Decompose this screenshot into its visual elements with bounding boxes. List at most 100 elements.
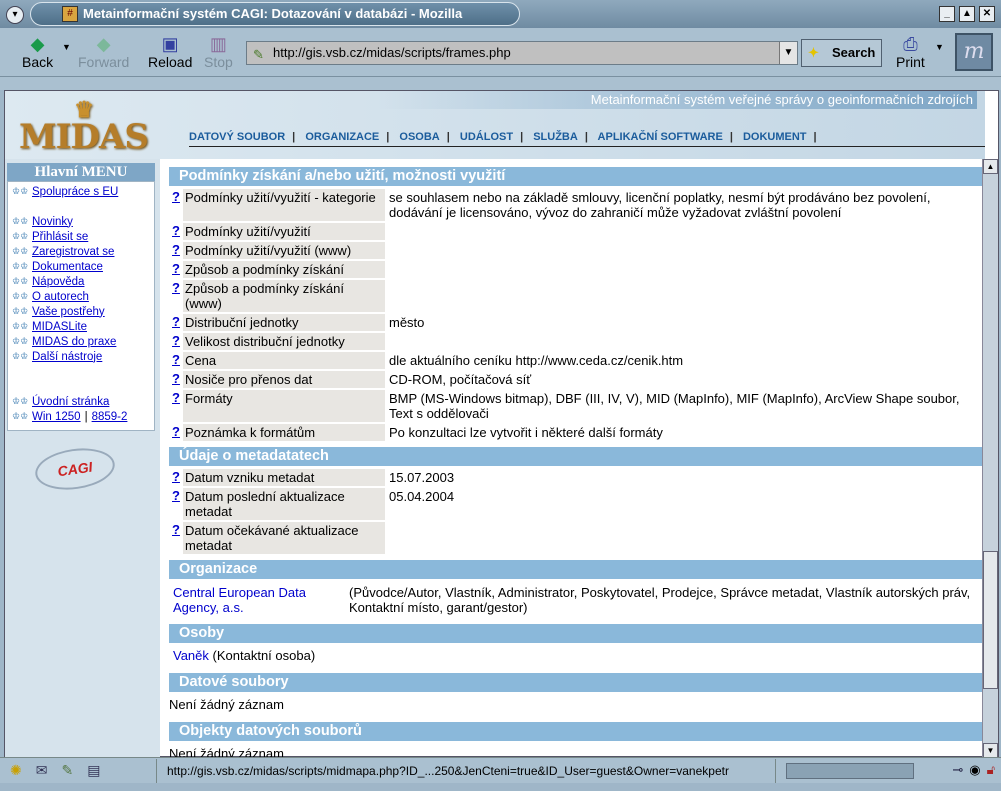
security-lock-icon[interactable]: 🔓︎ bbox=[987, 762, 995, 778]
help-link[interactable]: ? bbox=[169, 424, 183, 441]
metadata-row: ? Formáty BMP (MS-Windows bitmap), DBF (II… bbox=[169, 390, 983, 422]
print-button[interactable]: ⎙ Print bbox=[896, 34, 925, 70]
help-link[interactable]: ? bbox=[169, 371, 183, 388]
reload-label: Reload bbox=[148, 54, 193, 70]
nav-osoba[interactable]: OSOBA bbox=[399, 131, 439, 143]
field-label: Velikost distribuční jednotky bbox=[183, 333, 385, 350]
cookie-icon[interactable]: ◉ bbox=[969, 762, 980, 778]
search-button[interactable]: ✦ Search bbox=[801, 39, 882, 67]
field-value: 15.07.2003 bbox=[389, 470, 455, 485]
section-heading: Osoby bbox=[169, 624, 983, 643]
navigation-toolbar: ◆ Back ▼ ◆ Forward ▣ Reload ▥ Stop ✎ http://g… bbox=[0, 28, 1001, 77]
stop-label: Stop bbox=[204, 54, 233, 70]
menu-novinky[interactable]: Novinky bbox=[32, 216, 73, 228]
page-content: ♛ MIDAS Metainformační systém veřejné spr… bbox=[4, 90, 999, 758]
field-label: Distribuční jednotky bbox=[183, 314, 385, 331]
encoding-win1250[interactable]: Win 1250 bbox=[32, 411, 81, 423]
crown-icon: ♔♔ bbox=[12, 261, 29, 271]
menu-dalsi-nastroje[interactable]: Další nástroje bbox=[32, 351, 102, 363]
help-link[interactable]: ? bbox=[169, 469, 183, 486]
field-label: Podmínky užití/využití (www) bbox=[183, 242, 385, 259]
field-value bbox=[385, 333, 983, 350]
menu-prihlasit[interactable]: Přihlásit se bbox=[32, 231, 88, 243]
field-value bbox=[385, 242, 983, 259]
url-bar[interactable]: ✎ http://gis.vsb.cz/midas/scripts/frames.… bbox=[246, 41, 798, 65]
metadata-row: ? Velikost distribuční jednotky bbox=[169, 333, 983, 350]
section-heading: Organizace bbox=[169, 560, 983, 579]
menu-spoluprace[interactable]: Spolupráce s EU bbox=[32, 186, 118, 198]
encoding-8859-2[interactable]: 8859-2 bbox=[92, 411, 128, 423]
help-link[interactable]: ? bbox=[169, 488, 183, 520]
crown-icon: ♔♔ bbox=[12, 216, 29, 226]
back-dropdown[interactable]: ▼ bbox=[62, 42, 71, 52]
organization-row: Central European Data Agency, a.s. (Původ… bbox=[169, 582, 983, 618]
app-icon: # bbox=[62, 6, 78, 22]
menu-napoveda[interactable]: Nápověda bbox=[32, 276, 84, 288]
toolbar-grippy[interactable] bbox=[0, 77, 1001, 90]
cagi-logo[interactable]: CAGI bbox=[32, 443, 118, 495]
help-link[interactable]: ? bbox=[169, 280, 183, 312]
help-link[interactable]: ? bbox=[169, 189, 183, 221]
composer-icon[interactable]: ✎ bbox=[61, 762, 73, 779]
mail-icon[interactable]: ✉ bbox=[36, 762, 48, 779]
nav-organizace[interactable]: ORGANIZACE bbox=[305, 131, 379, 143]
field-label: Nosiče pro přenos dat bbox=[183, 371, 385, 388]
navigator-icon[interactable]: ✺ bbox=[10, 762, 22, 779]
logo-text: MIDAS bbox=[19, 117, 149, 157]
organization-link[interactable]: Central European Data Agency, a.s. bbox=[173, 585, 349, 615]
scroll-down-button[interactable]: ▼ bbox=[983, 743, 998, 758]
window-menu-button[interactable]: ▾ bbox=[6, 6, 24, 24]
menu-zaregistrovat[interactable]: Zaregistrovat se bbox=[32, 246, 114, 258]
metadata-row: ? Podmínky užití/využití (www) bbox=[169, 242, 983, 259]
metadata-row: ? Podmínky užití/využití bbox=[169, 223, 983, 240]
field-label: Podmínky užití/využití - kategorie bbox=[183, 189, 385, 221]
nav-sluzba[interactable]: SLUŽBA bbox=[533, 131, 578, 143]
print-dropdown[interactable]: ▼ bbox=[935, 42, 944, 52]
crown-icon: ♔♔ bbox=[12, 351, 29, 361]
field-value: se souhlasem nebo na základě smlouvy, li… bbox=[389, 190, 931, 220]
help-link[interactable]: ? bbox=[169, 352, 183, 369]
midas-logo[interactable]: ♛ MIDAS bbox=[19, 97, 149, 157]
minimize-button[interactable]: _ bbox=[939, 6, 955, 22]
nav-dokument[interactable]: DOKUMENT bbox=[743, 131, 807, 143]
back-label: Back bbox=[22, 54, 54, 70]
reload-button[interactable]: ▣ Reload bbox=[148, 34, 192, 70]
stop-button[interactable]: ▥ Stop bbox=[204, 34, 233, 70]
scrollbar-thumb[interactable] bbox=[983, 551, 998, 689]
online-icon[interactable]: ⊸ bbox=[952, 762, 963, 778]
menu-postrehy[interactable]: Vaše postřehy bbox=[32, 306, 105, 318]
address-book-icon[interactable]: ▤ bbox=[87, 762, 100, 779]
url-dropdown[interactable]: ▼ bbox=[779, 42, 797, 64]
nav-datovy-soubor[interactable]: DATOVÝ SOUBOR bbox=[189, 131, 285, 143]
site-header: ♛ MIDAS Metainformační systém veřejné spr… bbox=[5, 91, 985, 159]
help-link[interactable]: ? bbox=[169, 261, 183, 278]
menu-midas-do-praxe[interactable]: MIDAS do praxe bbox=[32, 336, 116, 348]
help-link[interactable]: ? bbox=[169, 522, 183, 554]
scroll-up-button[interactable]: ▲ bbox=[983, 159, 998, 174]
metadata-row: ? Cena dle aktuálního ceníku http://www.ce… bbox=[169, 352, 983, 369]
forward-button[interactable]: ◆ Forward bbox=[78, 34, 129, 70]
menu-uvodni-stranka[interactable]: Úvodní stránka bbox=[32, 396, 109, 408]
person-link[interactable]: Vaněk bbox=[173, 648, 209, 663]
back-button[interactable]: ◆ Back bbox=[22, 34, 53, 70]
reload-icon: ▣ bbox=[161, 34, 179, 54]
help-link[interactable]: ? bbox=[169, 242, 183, 259]
mozilla-logo[interactable]: m bbox=[955, 33, 993, 71]
main-nav: DATOVÝ SOUBOR | ORGANIZACE | OSOBA | UDÁLOS… bbox=[189, 131, 985, 147]
help-link[interactable]: ? bbox=[169, 223, 183, 240]
help-link[interactable]: ? bbox=[169, 390, 183, 422]
field-value: CD-ROM, počítačová síť bbox=[389, 372, 532, 387]
forward-arrow-icon: ◆ bbox=[96, 34, 111, 54]
help-link[interactable]: ? bbox=[169, 333, 183, 350]
close-button[interactable]: ✕ bbox=[979, 6, 995, 22]
menu-dokumentace[interactable]: Dokumentace bbox=[32, 261, 103, 273]
menu-o-autorech[interactable]: O autorech bbox=[32, 291, 89, 303]
maximize-button[interactable]: ▲ bbox=[959, 6, 975, 22]
menu-midaslite[interactable]: MIDASLite bbox=[32, 321, 87, 333]
vertical-scrollbar[interactable]: ▲ ▼ bbox=[982, 159, 998, 758]
nav-udalost[interactable]: UDÁLOST bbox=[460, 131, 513, 143]
help-link[interactable]: ? bbox=[169, 314, 183, 331]
field-label: Způsob a podmínky získání (www) bbox=[183, 280, 385, 312]
nav-aplikacni-software[interactable]: APLIKAČNÍ SOFTWARE bbox=[598, 131, 723, 143]
organization-roles: (Původce/Autor, Vlastník, Administrator,… bbox=[349, 585, 971, 615]
